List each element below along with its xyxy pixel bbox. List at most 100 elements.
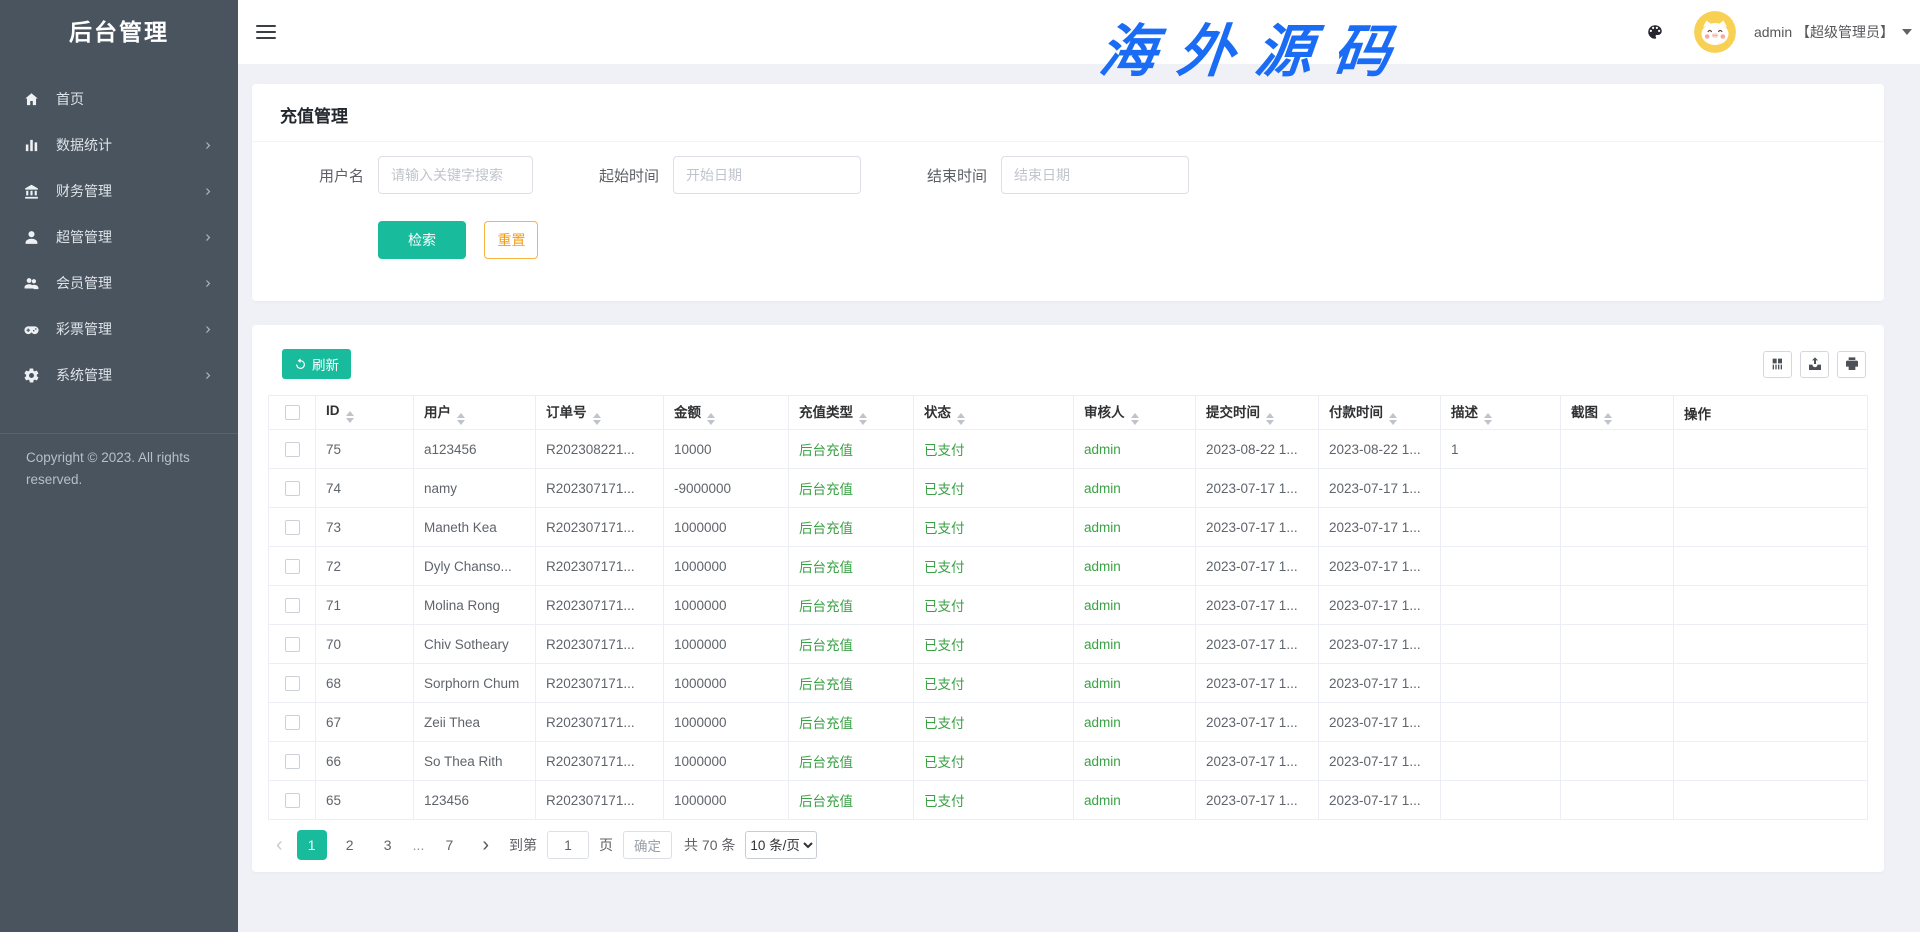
theme-palette-icon[interactable]	[1646, 23, 1664, 41]
columns-button[interactable]	[1763, 351, 1792, 378]
col-header-description[interactable]: 描述	[1441, 396, 1561, 430]
table-toolbar: 刷新	[282, 349, 1866, 379]
row-checkbox[interactable]	[285, 637, 300, 652]
cell-actions	[1674, 508, 1868, 547]
username-input[interactable]	[378, 156, 533, 194]
cell-submit_time: 2023-07-17 1...	[1196, 547, 1319, 586]
cell-description	[1441, 703, 1561, 742]
row-checkbox[interactable]	[285, 715, 300, 730]
col-header-status[interactable]: 状态	[914, 396, 1074, 430]
col-header-pay_time[interactable]: 付款时间	[1319, 396, 1441, 430]
col-header-id[interactable]: ID	[316, 396, 414, 430]
col-header-screenshot[interactable]: 截图	[1561, 396, 1674, 430]
cell-screenshot	[1561, 547, 1674, 586]
search-button[interactable]: 检索	[378, 221, 466, 259]
cell-description	[1441, 508, 1561, 547]
cell-description	[1441, 586, 1561, 625]
next-page-button[interactable]: ›	[476, 835, 495, 855]
col-header-recharge_type[interactable]: 充值类型	[789, 396, 914, 430]
cell-user: a123456	[414, 430, 536, 469]
row-checkbox[interactable]	[285, 598, 300, 613]
page-button-7[interactable]: 7	[434, 830, 464, 860]
cell-status: 已支付	[914, 742, 1074, 781]
reset-button[interactable]: 重置	[484, 221, 538, 259]
row-checkbox[interactable]	[285, 676, 300, 691]
row-select-cell	[269, 625, 316, 664]
cell-actions	[1674, 469, 1868, 508]
sidebar-toggle-icon[interactable]	[256, 21, 276, 43]
select-all-checkbox[interactable]	[285, 405, 300, 420]
page-number-input[interactable]	[547, 831, 589, 859]
col-header-label: 状态	[924, 405, 951, 420]
cell-recharge_type: 后台充值	[789, 625, 914, 664]
col-header-label: 金额	[674, 405, 701, 420]
page-button-3[interactable]: 3	[373, 830, 403, 860]
page-size-select[interactable]: 10 条/页	[745, 831, 817, 859]
cell-amount: 1000000	[664, 742, 789, 781]
col-header-submit_time[interactable]: 提交时间	[1196, 396, 1319, 430]
sort-icon	[1484, 413, 1492, 425]
col-header-reviewer[interactable]: 审核人	[1074, 396, 1196, 430]
cell-screenshot	[1561, 742, 1674, 781]
cell-reviewer: admin	[1074, 547, 1196, 586]
page-button-2[interactable]: 2	[335, 830, 365, 860]
cell-submit_time: 2023-08-22 1...	[1196, 430, 1319, 469]
sidebar-item-3[interactable]: 超管管理	[0, 214, 238, 260]
user-menu[interactable]: admin 【超级管理员】	[1754, 22, 1894, 42]
copyright-text: Copyright © 2023. All rights reserved.	[0, 433, 238, 504]
sidebar-item-2[interactable]: 财务管理	[0, 168, 238, 214]
table-row: 71Molina RongR202307171...1000000后台充值已支付…	[269, 586, 1868, 625]
table-row: 70Chiv SothearyR202307171...1000000后台充值已…	[269, 625, 1868, 664]
page-button-1[interactable]: 1	[297, 830, 327, 860]
recharge-table: ID用户订单号金额充值类型状态审核人提交时间付款时间描述截图操作 75a1234…	[268, 395, 1868, 820]
prev-page-button[interactable]: ‹	[270, 835, 289, 855]
cell-actions	[1674, 742, 1868, 781]
sidebar-item-0[interactable]: 首页	[0, 76, 238, 122]
sort-icon	[1131, 413, 1139, 425]
cell-order_no: R202307171...	[536, 586, 664, 625]
user-avatar[interactable]	[1694, 11, 1736, 53]
topbar: admin 【超级管理员】	[238, 0, 1920, 64]
col-header-label: 操作	[1684, 407, 1711, 422]
end-date-input[interactable]	[1001, 156, 1189, 194]
print-button[interactable]	[1837, 351, 1866, 378]
col-header-label: 充值类型	[799, 405, 853, 420]
sidebar-item-1[interactable]: 数据统计	[0, 122, 238, 168]
sidebar-item-5[interactable]: 彩票管理	[0, 306, 238, 352]
refresh-button[interactable]: 刷新	[282, 349, 351, 379]
row-checkbox[interactable]	[285, 793, 300, 808]
page-ellipsis: ...	[413, 837, 425, 853]
chevron-down-icon[interactable]	[1902, 29, 1912, 35]
col-header-order_no[interactable]: 订单号	[536, 396, 664, 430]
row-checkbox[interactable]	[285, 481, 300, 496]
sort-icon	[457, 413, 465, 425]
cell-id: 74	[316, 469, 414, 508]
cell-screenshot	[1561, 430, 1674, 469]
col-header-amount[interactable]: 金额	[664, 396, 789, 430]
col-header-user[interactable]: 用户	[414, 396, 536, 430]
row-checkbox[interactable]	[285, 754, 300, 769]
sidebar-item-4[interactable]: 会员管理	[0, 260, 238, 306]
row-checkbox[interactable]	[285, 442, 300, 457]
cell-status: 已支付	[914, 703, 1074, 742]
sort-icon	[957, 413, 965, 425]
col-header-label: 订单号	[546, 405, 587, 420]
cell-recharge_type: 后台充值	[789, 664, 914, 703]
cell-actions	[1674, 430, 1868, 469]
select-all-cell	[269, 396, 316, 430]
sidebar-item-6[interactable]: 系统管理	[0, 352, 238, 398]
row-checkbox[interactable]	[285, 559, 300, 574]
print-icon	[1844, 356, 1860, 372]
cell-status: 已支付	[914, 547, 1074, 586]
cell-status: 已支付	[914, 586, 1074, 625]
cell-actions	[1674, 547, 1868, 586]
export-button[interactable]	[1800, 351, 1829, 378]
cell-amount: 1000000	[664, 664, 789, 703]
start-date-input[interactable]	[673, 156, 861, 194]
confirm-page-button[interactable]: 确定	[623, 831, 672, 859]
cell-actions	[1674, 586, 1868, 625]
cell-recharge_type: 后台充值	[789, 781, 914, 820]
cell-recharge_type: 后台充值	[789, 547, 914, 586]
col-header-actions: 操作	[1674, 396, 1868, 430]
row-checkbox[interactable]	[285, 520, 300, 535]
